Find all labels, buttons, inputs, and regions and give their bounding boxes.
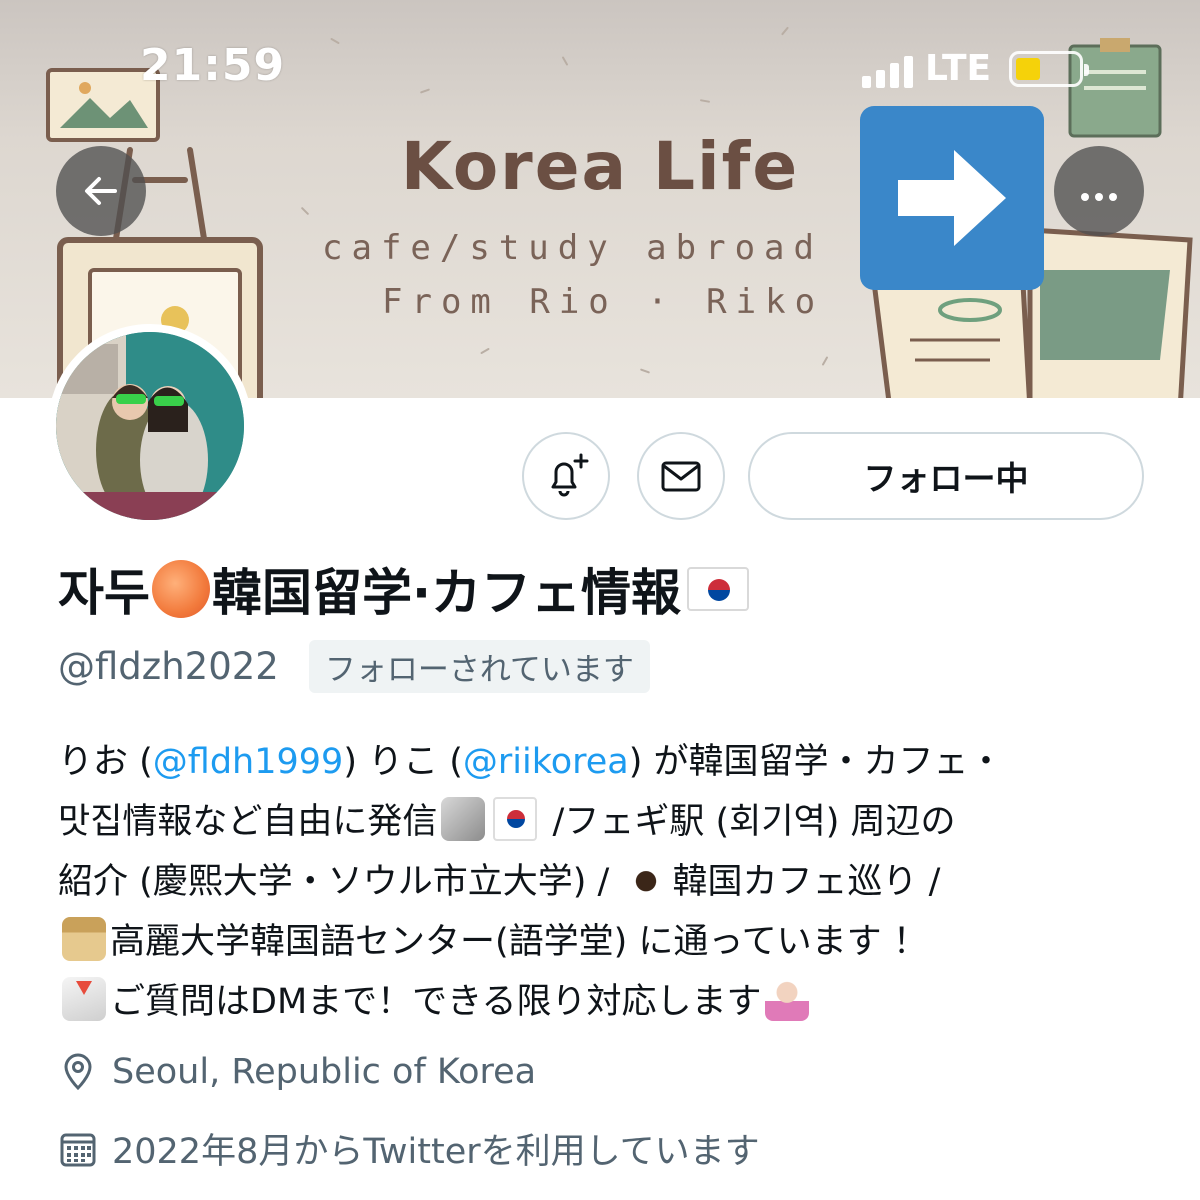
avatar-photo <box>56 332 244 520</box>
bell-plus-icon <box>551 453 589 497</box>
status-time: 21:59 <box>140 40 286 91</box>
bio-text: ご質問はDMまで！できる限り対応します <box>110 982 762 1022</box>
bio-line: ご質問はDMまで！できる限り対応します <box>58 972 1168 1032</box>
bio-text: 高麗大学韓国語センター(語学堂) に通っています ！ <box>110 922 928 962</box>
arrow-right-icon <box>898 150 1006 246</box>
bio-text: 맛집情報など自由に発信 <box>58 802 438 842</box>
back-button[interactable] <box>56 146 146 236</box>
bio-line: 맛집情報など自由に発信 /フェギ駅 (회기역) 周辺の <box>58 792 1168 852</box>
mention-link[interactable]: @fldh1999 <box>153 742 344 782</box>
mail-icon <box>661 461 701 492</box>
profile-avatar[interactable] <box>48 324 252 528</box>
message-button[interactable] <box>637 432 725 520</box>
bio-line: 高麗大学韓国語センター(語学堂) に通っています ！ <box>58 912 1168 972</box>
korea-flag-icon <box>493 797 538 841</box>
map-pin-icon <box>64 1053 92 1091</box>
bio-text: ) りこ ( <box>343 742 463 782</box>
handle-row: @fldzh2022 フォローされています <box>58 640 650 693</box>
join-date-text: 2022年8月からTwitterを利用しています <box>112 1132 760 1172</box>
banner-author-line: From Rio · Riko <box>382 282 825 322</box>
bio-line: 紹介 (慶熙大学・ソウル市立大学) / 韓国カフェ巡り / <box>58 852 1168 912</box>
signal-strength-icon <box>862 50 913 88</box>
network-type: LTE <box>925 48 992 89</box>
bio-text: ) が韓国留学・カフェ・ <box>628 742 1004 782</box>
calendar-icon <box>60 1133 96 1166</box>
follows-you-badge: フォローされています <box>308 640 650 693</box>
profile-join-date: 2022年8月からTwitterを利用しています <box>58 1123 760 1174</box>
school-icon <box>62 917 106 961</box>
profile-bio: りお (@fldh1999) りこ (@riikorea) が韓国留学・カフェ・… <box>58 732 1168 1032</box>
display-name: 자두 韓国留学·カフェ情報 <box>58 553 749 625</box>
incoming-envelope-icon <box>62 977 106 1021</box>
notifications-button[interactable] <box>522 432 610 520</box>
person-raising-hand-icon <box>765 977 810 1021</box>
korea-flag-icon <box>687 567 749 611</box>
megaphone-icon <box>441 797 486 841</box>
bio-text: 紹介 (慶熙大学・ソウル市立大学) / <box>58 862 621 902</box>
display-name-japanese: 韓国留学·カフェ情報 <box>212 564 681 622</box>
profile-location: Seoul, Republic of Korea <box>58 1052 536 1092</box>
more-options-button[interactable] <box>1054 146 1144 236</box>
bio-line: りお (@fldh1999) りこ (@riikorea) が韓国留学・カフェ・ <box>58 732 1168 792</box>
mention-link[interactable]: @riikorea <box>463 742 629 782</box>
bio-text: 韓国カフェ巡り / <box>672 862 941 902</box>
more-horizontal-icon <box>1081 193 1117 201</box>
banner-subtitle: cafe/study abroad <box>322 228 823 268</box>
battery-icon <box>1009 50 1090 87</box>
location-text: Seoul, Republic of Korea <box>112 1052 537 1092</box>
following-button[interactable]: フォロー中 <box>748 432 1144 520</box>
coffee-icon <box>624 857 669 901</box>
bio-text: /フェギ駅 (회기역) 周辺の <box>552 802 956 842</box>
arrow-right-overlay <box>860 106 1044 290</box>
status-indicators: LTE <box>862 48 1090 89</box>
peach-icon <box>152 560 210 618</box>
user-handle: @fldzh2022 <box>58 645 279 688</box>
arrow-left-icon <box>85 177 117 205</box>
display-name-korean: 자두 <box>58 564 150 622</box>
bio-text: りお ( <box>58 742 153 782</box>
